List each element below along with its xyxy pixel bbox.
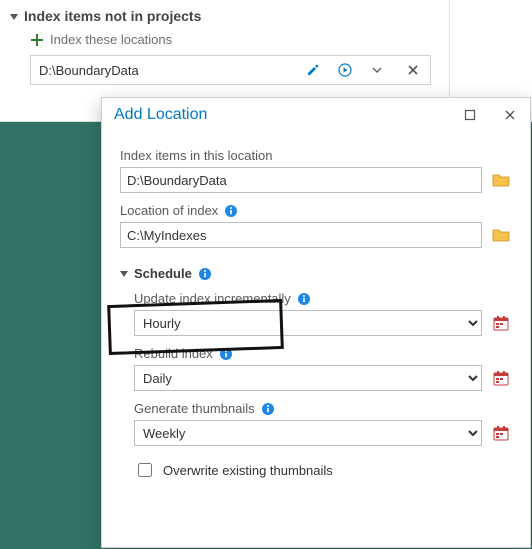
info-icon[interactable] xyxy=(297,292,311,306)
update-schedule-button[interactable] xyxy=(490,312,512,334)
thumbnails-label: Generate thumbnails xyxy=(134,401,512,416)
info-icon[interactable] xyxy=(198,267,212,281)
add-location-row[interactable]: Index these locations xyxy=(30,32,439,47)
close-button[interactable] xyxy=(490,98,530,132)
info-icon[interactable] xyxy=(219,347,233,361)
thumbnails-schedule-button[interactable] xyxy=(490,422,512,444)
thumbnails-frequency-select[interactable]: Weekly xyxy=(134,420,482,446)
overwrite-thumbnails-row[interactable]: Overwrite existing thumbnails xyxy=(134,460,512,480)
chevron-down-icon xyxy=(10,14,18,20)
panel-header[interactable]: Index items not in projects xyxy=(10,8,439,24)
schedule-header[interactable]: Schedule xyxy=(120,266,512,281)
chevron-down-icon[interactable] xyxy=(366,59,388,81)
overwrite-thumbnails-label: Overwrite existing thumbnails xyxy=(163,463,333,478)
info-icon[interactable] xyxy=(261,402,275,416)
dialog-titlebar: Add Location xyxy=(102,98,530,132)
dialog-body: Index items in this location Location of… xyxy=(102,132,530,480)
dialog-title: Add Location xyxy=(114,106,450,124)
rebuild-schedule-button[interactable] xyxy=(490,367,512,389)
update-frequency-select[interactable]: Hourly xyxy=(134,310,482,336)
remove-button[interactable] xyxy=(402,59,424,81)
items-location-label: Index items in this location xyxy=(120,148,512,163)
update-label: Update index incrementally xyxy=(134,291,512,306)
index-location-input[interactable] xyxy=(120,222,482,248)
rebuild-frequency-select[interactable]: Daily xyxy=(134,365,482,391)
plus-icon xyxy=(30,33,44,47)
browse-items-button[interactable] xyxy=(490,169,512,191)
chevron-down-icon xyxy=(120,271,128,277)
overwrite-thumbnails-checkbox[interactable] xyxy=(138,463,152,477)
browse-index-button[interactable] xyxy=(490,224,512,246)
items-location-input[interactable] xyxy=(120,167,482,193)
add-location-label: Index these locations xyxy=(50,32,172,47)
info-icon[interactable] xyxy=(224,204,238,218)
maximize-button[interactable] xyxy=(450,98,490,132)
run-button[interactable] xyxy=(330,59,360,81)
schedule-header-label: Schedule xyxy=(134,266,192,281)
location-path: D:\BoundaryData xyxy=(39,63,296,78)
panel-title: Index items not in projects xyxy=(24,8,201,24)
rebuild-label: Rebuild index xyxy=(134,346,512,361)
index-location-label: Location of index xyxy=(120,203,512,218)
edit-button[interactable] xyxy=(302,59,324,81)
add-location-dialog: Add Location Index items in this locatio… xyxy=(101,97,531,548)
location-entry: D:\BoundaryData xyxy=(30,55,431,85)
